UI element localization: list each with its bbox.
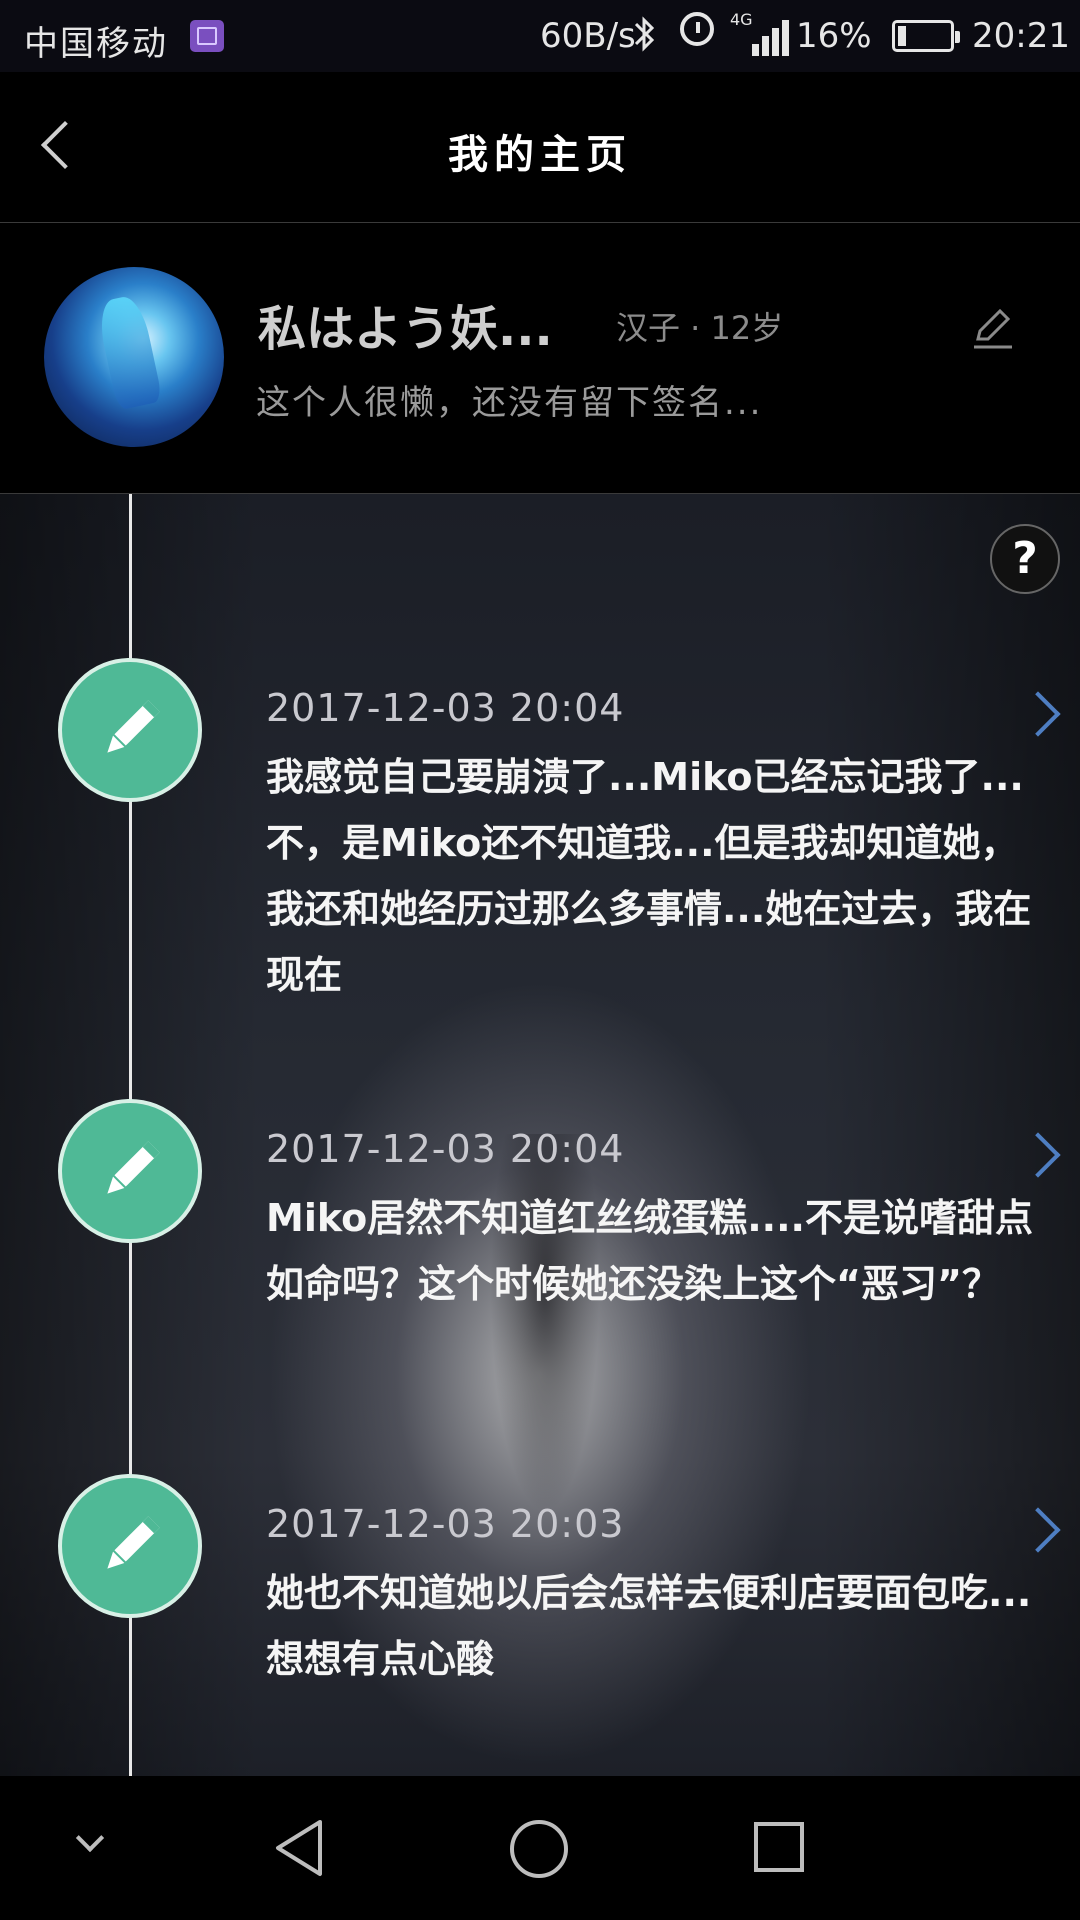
- edit-profile-icon[interactable]: [968, 303, 1016, 351]
- clock: 20:21: [972, 16, 1070, 56]
- chevron-right-icon[interactable]: [1016, 1502, 1066, 1558]
- network-speed: 60B/s: [540, 16, 636, 56]
- carrier-label: 中国移动: [24, 24, 168, 64]
- entry-date: 2017-12-03 20:04: [266, 686, 625, 730]
- nav-recents-icon[interactable]: [754, 1822, 804, 1872]
- pencil-node-icon: [58, 658, 202, 802]
- entry-date: 2017-12-03 20:04: [266, 1127, 625, 1171]
- gallery-notification-icon: [190, 20, 224, 52]
- pencil-node-icon: [58, 1474, 202, 1618]
- nav-home-icon[interactable]: [510, 1820, 568, 1878]
- avatar[interactable]: [44, 267, 224, 447]
- status-bar: 中国移动 60B/s 4G 16% 20:21: [0, 0, 1080, 72]
- chevron-right-icon[interactable]: [1016, 1127, 1066, 1183]
- navigation-bar: [0, 1776, 1080, 1920]
- page-title: 我的主页: [448, 132, 632, 178]
- help-button[interactable]: ?: [990, 524, 1060, 594]
- app-header: 我的主页: [0, 72, 1080, 223]
- profile-card: 私はよう妖... 汉子 · 12岁 这个人很懒，还没有留下签名...: [0, 223, 1080, 494]
- nickname: 私はよう妖...: [258, 301, 553, 357]
- signal-icon: 4G: [730, 10, 790, 56]
- signature: 这个人很懒，还没有留下签名...: [256, 383, 763, 423]
- bluetooth-icon: [632, 14, 658, 63]
- entry-text: 她也不知道她以后会怎样去便利店要面包吃...想想有点心酸: [266, 1571, 1032, 1681]
- nav-back-icon[interactable]: [270, 1816, 330, 1884]
- entry-date: 2017-12-03 20:03: [266, 1502, 625, 1546]
- network-type: 4G: [730, 10, 753, 29]
- entry-text: Miko居然不知道红丝绒蛋糕....不是说嗜甜点如命吗？这个时候她还没染上这个“…: [266, 1196, 1033, 1306]
- timeline: ? 2017-12-03 20:04 我感觉自己要崩溃了...Miko已经忘记我…: [0, 494, 1080, 1776]
- alarm-icon: [680, 12, 714, 46]
- entry-text: 我感觉自己要崩溃了...Miko已经忘记我了...不，是Miko还不知道我...…: [266, 755, 1032, 997]
- chevron-down-icon[interactable]: [72, 1826, 108, 1862]
- pencil-node-icon: [58, 1099, 202, 1243]
- chevron-right-icon[interactable]: [1016, 686, 1066, 742]
- battery-percent: 16%: [796, 16, 872, 56]
- gender-age: 汉子 · 12岁: [616, 309, 784, 347]
- battery-icon: [892, 20, 960, 52]
